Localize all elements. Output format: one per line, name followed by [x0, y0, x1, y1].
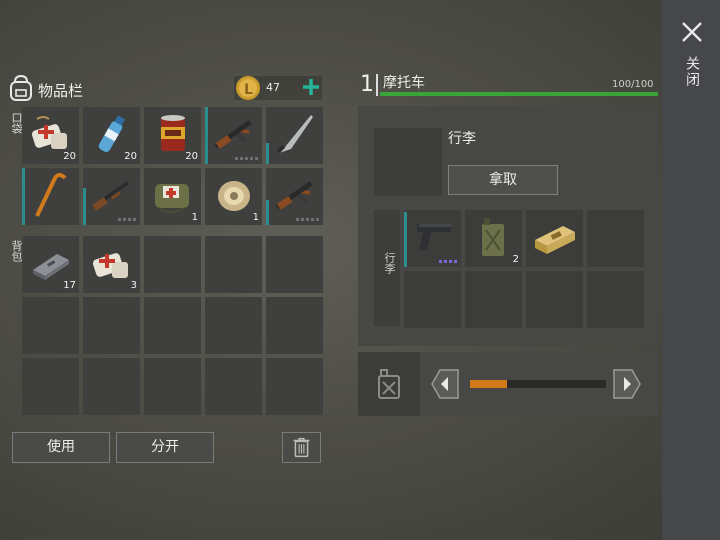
- backpack-slot[interactable]: [83, 358, 140, 415]
- backpack-slot[interactable]: 17: [22, 236, 79, 293]
- machete-icon: [276, 115, 313, 154]
- durability-bar-track: [380, 92, 658, 96]
- backpack-slot[interactable]: [22, 297, 79, 354]
- close-icon[interactable]: [680, 20, 704, 44]
- pocket-slot[interactable]: 1: [205, 168, 262, 225]
- trunk-title: 行李: [448, 131, 476, 147]
- durability-bar: [266, 200, 269, 225]
- crowbar-icon: [35, 173, 67, 217]
- quality-dots: [118, 218, 136, 221]
- pocket-slot[interactable]: 20: [83, 107, 140, 164]
- fuel-bar-fill: [470, 380, 507, 388]
- backpack-slot[interactable]: [144, 236, 201, 293]
- pocket-slot[interactable]: [83, 168, 140, 225]
- vehicle-slot-number: 1: [360, 72, 374, 97]
- trunk-slot[interactable]: [587, 210, 644, 267]
- backpack-slot[interactable]: [22, 358, 79, 415]
- vehicle-durability: 100/100: [612, 79, 654, 90]
- backpack-slot[interactable]: [266, 236, 323, 293]
- backpack-slot[interactable]: [266, 297, 323, 354]
- header-divider: [376, 74, 378, 96]
- medkit-icon: [92, 253, 128, 278]
- shotgun-icon: [92, 181, 129, 211]
- add-coins-icon[interactable]: [302, 78, 320, 96]
- coin-count: 47: [266, 81, 280, 94]
- quality-dots: [235, 157, 258, 160]
- backpack-slot[interactable]: [205, 297, 262, 354]
- quality-dots: [296, 218, 319, 221]
- item-count: 1: [191, 212, 198, 223]
- coin-icon: L: [236, 76, 260, 100]
- svg-text:L: L: [244, 82, 253, 98]
- trunk-slot[interactable]: [465, 271, 522, 328]
- backpack-slot[interactable]: [205, 358, 262, 415]
- durability-bar: [22, 168, 25, 225]
- item-count: 3: [130, 280, 137, 291]
- pocket-slot[interactable]: [266, 168, 323, 225]
- discard-button[interactable]: [282, 432, 321, 463]
- pistol-icon: [417, 224, 451, 250]
- trunk-slot[interactable]: [404, 210, 461, 267]
- inventory-title: 物品栏: [38, 82, 84, 100]
- rope-spool-icon: [218, 181, 250, 211]
- pocket-slot[interactable]: [22, 168, 79, 225]
- backpack-slot[interactable]: [266, 358, 323, 415]
- trunk-grid: 2: [404, 210, 644, 328]
- backpack-slot[interactable]: [83, 297, 140, 354]
- durability-bar: [205, 107, 208, 164]
- use-button[interactable]: 使用: [12, 432, 110, 463]
- backpack-slot[interactable]: [144, 297, 201, 354]
- item-count: 20: [185, 151, 198, 162]
- item-count: 20: [63, 151, 76, 162]
- trunk-slot[interactable]: 2: [465, 210, 522, 267]
- durability-bar: [266, 143, 269, 164]
- trunk-slot[interactable]: [526, 210, 583, 267]
- durability-bar-fill: [380, 92, 658, 96]
- pocket-slot[interactable]: [205, 107, 262, 164]
- first-aid-bag-icon: [155, 184, 189, 213]
- fuel-can-icon: [378, 369, 400, 399]
- trunk-preview: [374, 128, 442, 196]
- fuel-increase-button[interactable]: [612, 368, 642, 400]
- pocket-slot[interactable]: 1: [144, 168, 201, 225]
- pocket-slot[interactable]: 20: [144, 107, 201, 164]
- item-count: 20: [124, 151, 137, 162]
- fuel-bar-track: [470, 380, 606, 388]
- rifle-icon: [275, 181, 313, 210]
- pockets-grid: 20 20 20 1 1: [22, 107, 323, 225]
- trunk-slot[interactable]: [526, 271, 583, 328]
- item-count: 1: [252, 212, 259, 223]
- backpack-grid: 17 3: [22, 236, 323, 415]
- inventory-header: 物品栏 L 47: [6, 72, 322, 106]
- fuel-decrease-button[interactable]: [430, 368, 460, 400]
- item-count: 17: [63, 280, 76, 291]
- item-count: 2: [512, 254, 519, 265]
- rifle-icon: [214, 120, 252, 149]
- coin-counter: L 47: [234, 76, 322, 100]
- split-button[interactable]: 分开: [116, 432, 214, 463]
- backpack-slot[interactable]: [205, 236, 262, 293]
- vehicle-name: 摩托车: [383, 75, 425, 91]
- quality-dots: [439, 260, 457, 263]
- backpack-icon: [10, 74, 32, 101]
- ammo-box-icon: [535, 226, 575, 254]
- backpack-slot[interactable]: [144, 358, 201, 415]
- backpack-slot[interactable]: 3: [83, 236, 140, 293]
- trunk-slot[interactable]: [587, 271, 644, 328]
- pocket-slot[interactable]: [266, 107, 323, 164]
- close-label[interactable]: 关闭: [682, 56, 702, 88]
- pocket-slot[interactable]: 20: [22, 107, 79, 164]
- trunk-side-label: 行李: [383, 252, 396, 274]
- durability-bar: [404, 212, 407, 267]
- trunk-slot[interactable]: [404, 271, 461, 328]
- jerrycan-icon: [482, 218, 504, 256]
- take-all-button[interactable]: 拿取: [448, 165, 558, 195]
- trash-icon: [293, 437, 310, 458]
- durability-bar: [83, 188, 86, 225]
